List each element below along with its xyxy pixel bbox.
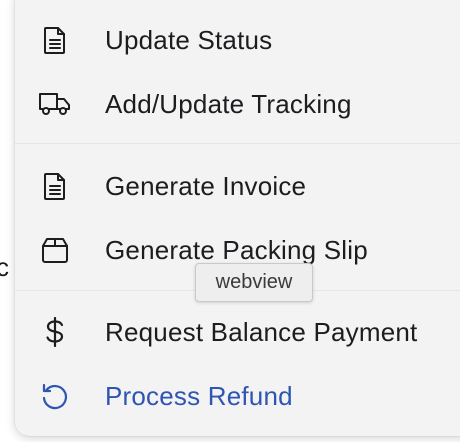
dollar-icon (38, 315, 72, 349)
menu-item-label: Update Status (105, 24, 273, 55)
menu-item-process-refund[interactable]: Process Refund (15, 366, 460, 426)
screen: c Update Status Add/Update Tracking Gene… (0, 0, 460, 442)
document-icon (38, 23, 72, 57)
menu-item-request-balance-payment[interactable]: Request Balance Payment (15, 302, 460, 362)
menu-item-label: Add/Update Tracking (105, 88, 352, 119)
menu-separator (15, 143, 460, 144)
refund-icon (38, 379, 72, 413)
background-partial-text: c (0, 252, 9, 282)
menu-item-label: Process Refund (105, 380, 293, 411)
document-icon (38, 169, 72, 203)
box-icon (38, 233, 72, 267)
menu-item-update-status[interactable]: Update Status (15, 10, 460, 70)
menu-item-label: Generate Packing Slip (105, 234, 368, 265)
context-menu: Update Status Add/Update Tracking Genera… (15, 0, 460, 436)
menu-item-label: Request Balance Payment (105, 316, 418, 347)
truck-icon (38, 87, 72, 121)
menu-item-label: Generate Invoice (105, 170, 307, 201)
webview-tooltip: webview (195, 263, 313, 302)
menu-item-add-update-tracking[interactable]: Add/Update Tracking (15, 74, 460, 134)
menu-item-generate-invoice[interactable]: Generate Invoice (15, 156, 460, 216)
